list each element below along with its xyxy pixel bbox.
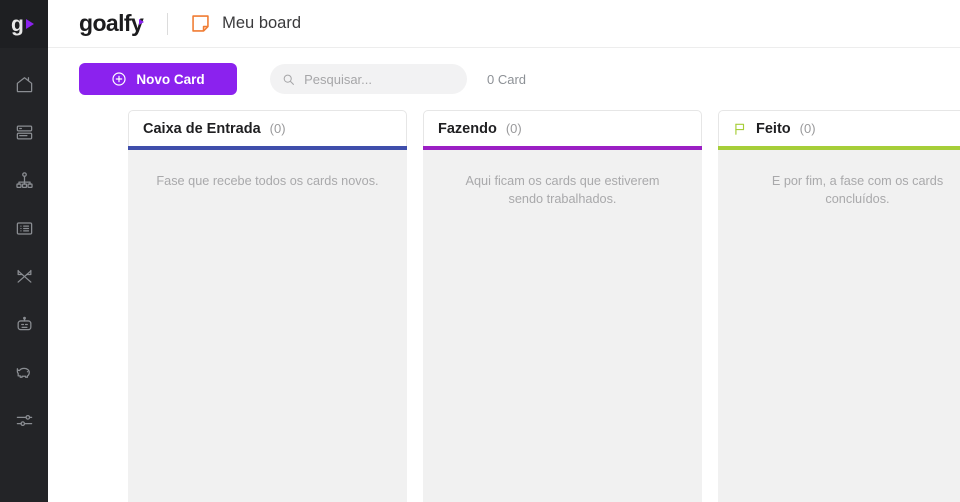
- board-column-fazendo: Fazendo (0) Aqui ficam os cards que esti…: [423, 110, 702, 502]
- column-header[interactable]: Caixa de Entrada (0): [128, 110, 407, 146]
- sidebar-item-piggy-bank[interactable]: [0, 348, 48, 396]
- sticky-note-icon: [190, 13, 211, 34]
- column-count: (0): [799, 121, 816, 136]
- board-title: Meu board: [222, 14, 302, 32]
- board-toolbar: Novo Card 0 Card: [48, 48, 960, 110]
- flow-icon: [17, 269, 31, 283]
- new-card-label: Novo Card: [136, 71, 205, 87]
- sidebar-item-database[interactable]: [0, 108, 48, 156]
- robot-icon: [17, 316, 31, 330]
- column-description: E por fim, a fase com os cards concluído…: [771, 174, 944, 207]
- brand-tick-icon: [139, 19, 145, 25]
- brand-wordmark[interactable]: goalfy: [79, 10, 145, 37]
- card-count-label: 0 Card: [487, 71, 527, 87]
- column-title: Fazendo: [438, 120, 497, 137]
- column-body[interactable]: E por fim, a fase com os cards concluído…: [718, 150, 960, 502]
- sidebar-item-settings[interactable]: [0, 396, 48, 444]
- goalfy-logo[interactable]: g: [0, 0, 48, 48]
- search-box[interactable]: [270, 64, 467, 94]
- sidebar-item-home[interactable]: [0, 60, 48, 108]
- new-card-button[interactable]: Novo Card: [79, 63, 237, 95]
- column-body[interactable]: Fase que recebe todos os cards novos.: [128, 150, 407, 502]
- sidebar-nav: [0, 60, 48, 444]
- main-area: goalfy Meu board Novo Card Pesquisar... …: [48, 0, 960, 502]
- column-body[interactable]: Aqui ficam os cards que estiverem sendo …: [423, 150, 702, 502]
- kanban-board: Caixa de Entrada (0) Fase que recebe tod…: [48, 110, 960, 502]
- column-header[interactable]: Fazendo (0): [423, 110, 702, 146]
- search-input[interactable]: [304, 71, 455, 87]
- sidebar-item-list[interactable]: [0, 204, 48, 252]
- column-title: Caixa de Entrada: [143, 120, 261, 137]
- piggy-bank-icon: [16, 367, 30, 378]
- search-icon: [283, 74, 294, 85]
- column-header[interactable]: Feito (0): [718, 110, 960, 146]
- column-description: Aqui ficam os cards que estiverem sendo …: [465, 174, 660, 207]
- flag-icon: [733, 122, 747, 136]
- home-icon: [16, 76, 32, 92]
- board-column-caixa-de-entrada: Caixa de Entrada (0) Fase que recebe tod…: [128, 110, 407, 502]
- column-title: Feito: [756, 120, 791, 137]
- header-divider: [167, 12, 169, 35]
- svg-text:g: g: [11, 13, 24, 36]
- database-icon: [16, 125, 32, 139]
- column-count: (0): [505, 121, 522, 136]
- plus-circle-icon: [112, 72, 126, 86]
- app-root: g goalfy Meu board Novo Card Pesquisar..…: [0, 0, 960, 502]
- top-header: goalfy Meu board: [48, 0, 960, 48]
- board-column-feito: Feito (0) E por fim, a fase com os cards…: [718, 110, 960, 502]
- column-count: (0): [269, 121, 286, 136]
- sidebar-item-robot[interactable]: [0, 300, 48, 348]
- brand-text: goalfy: [79, 10, 144, 36]
- sliders-icon: [16, 414, 32, 426]
- column-description: Fase que recebe todos os cards novos.: [156, 174, 379, 188]
- org-chart-icon: [15, 171, 33, 188]
- sidebar: g: [0, 0, 48, 502]
- list-icon: [16, 221, 32, 235]
- sidebar-item-org-chart[interactable]: [0, 156, 48, 204]
- sidebar-item-flow[interactable]: [0, 252, 48, 300]
